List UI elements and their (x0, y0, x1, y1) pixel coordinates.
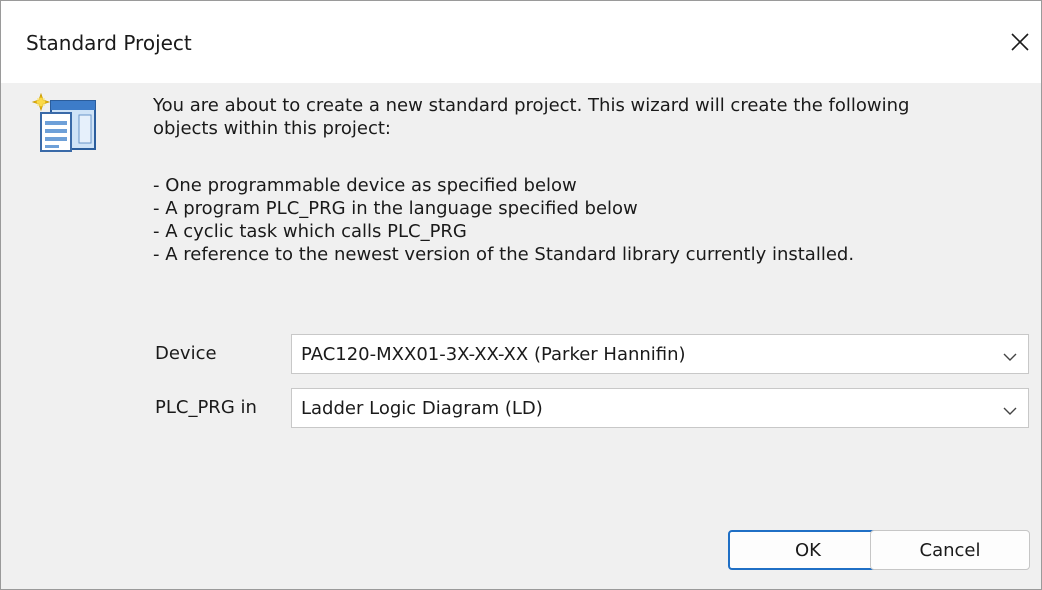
chevron-down-icon (1002, 348, 1018, 361)
device-value: PAC120-MXX01-3X-XX-XX (Parker Hannifin) (301, 344, 686, 365)
ok-button[interactable]: OK (728, 530, 888, 570)
close-icon[interactable] (1009, 31, 1031, 53)
objects-list: - One programmable device as specified b… (153, 174, 1013, 266)
dialog-title: Standard Project (26, 31, 192, 55)
cancel-button[interactable]: Cancel (870, 530, 1030, 570)
list-item: - A reference to the newest version of t… (153, 244, 855, 265)
new-project-wizard-icon (31, 92, 101, 155)
device-label: Device (155, 343, 217, 364)
device-dropdown[interactable]: PAC120-MXX01-3X-XX-XX (Parker Hannifin) (291, 334, 1029, 374)
language-label: PLC_PRG in (155, 397, 257, 418)
list-item: - One programmable device as specified b… (153, 175, 577, 196)
language-value: Ladder Logic Diagram (LD) (301, 398, 543, 419)
language-dropdown[interactable]: Ladder Logic Diagram (LD) (291, 388, 1029, 428)
list-item: - A cyclic task which calls PLC_PRG (153, 221, 467, 242)
title-bar: Standard Project (1, 1, 1041, 83)
standard-project-dialog: Standard Project You are about to create… (0, 0, 1042, 590)
chevron-down-icon (1002, 402, 1018, 415)
intro-text: You are about to create a new standard p… (153, 95, 910, 139)
list-item: - A program PLC_PRG in the language spec… (153, 198, 638, 219)
